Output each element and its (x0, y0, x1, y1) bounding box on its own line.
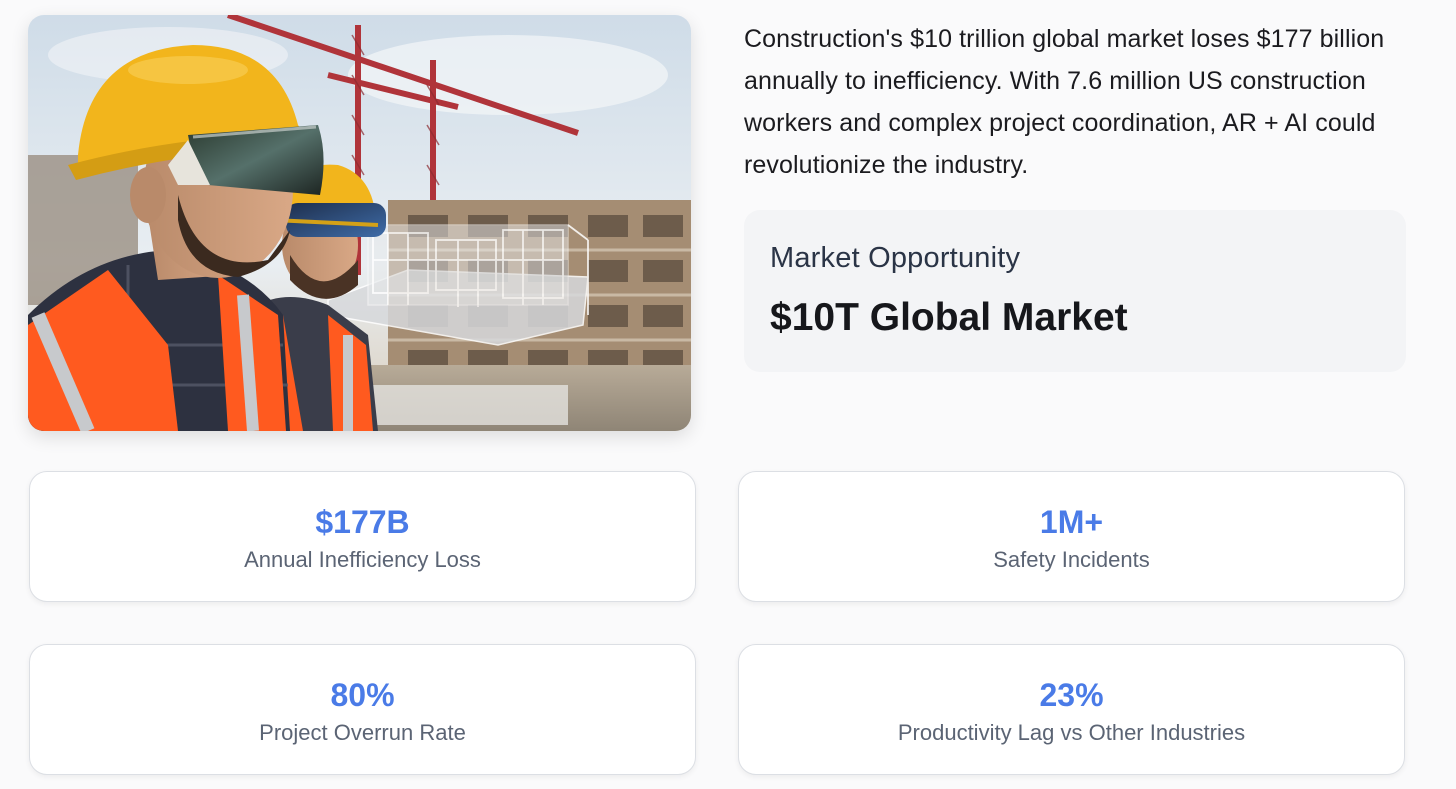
market-opportunity-value: $10T Global Market (770, 296, 1128, 339)
stat-card-inefficiency-loss: $177B Annual Inefficiency Loss (29, 471, 696, 602)
stat-label: Productivity Lag vs Other Industries (897, 720, 1246, 745)
market-opportunity-card: Market Opportunity $10T Global Market (744, 210, 1406, 372)
stat-card-safety-incidents: 1M+ Safety Incidents (738, 471, 1405, 602)
stat-value: 23% (1039, 677, 1104, 713)
stat-value: 1M+ (1039, 504, 1104, 540)
stat-card-productivity-lag: 23% Productivity Lag vs Other Industries (738, 644, 1405, 775)
intro-paragraph: Construction's $10 trillion global marke… (744, 25, 1385, 179)
stat-label: Project Overrun Rate (259, 720, 466, 745)
stat-value: $177B (315, 504, 410, 540)
market-opportunity-label: Market Opportunity (770, 242, 1021, 274)
stat-label: Safety Incidents (993, 547, 1150, 572)
hero-image (28, 15, 691, 431)
page: Construction's $10 trillion global marke… (0, 0, 1456, 789)
stat-label: Annual Inefficiency Loss (244, 547, 481, 572)
stat-value: 80% (330, 677, 395, 713)
stat-card-overrun-rate: 80% Project Overrun Rate (29, 644, 696, 775)
